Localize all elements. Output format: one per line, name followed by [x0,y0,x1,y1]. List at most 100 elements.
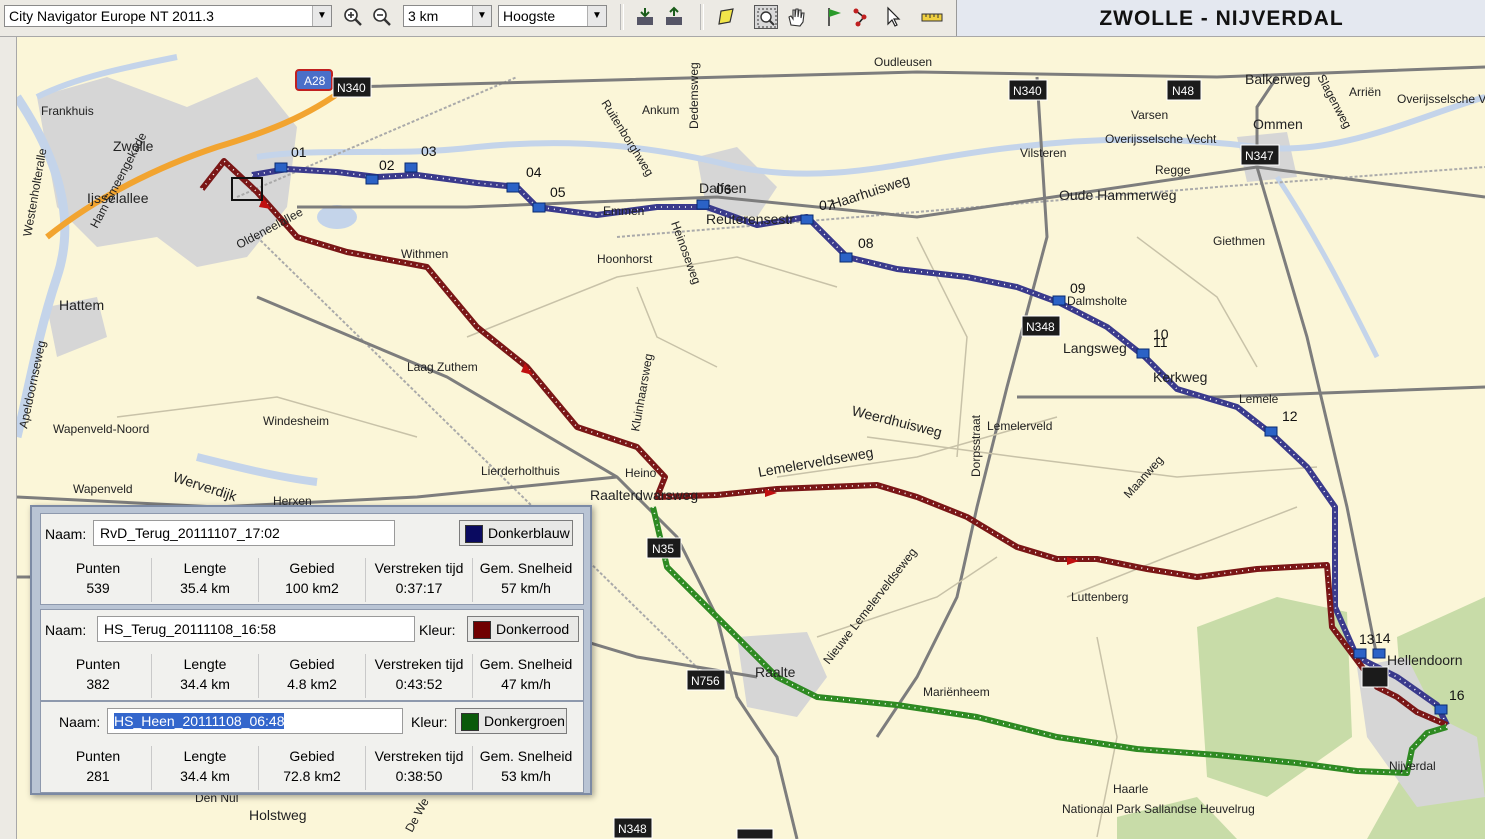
waypoint-11: 11 [1153,334,1168,350]
place-laag-zuthem: Laag Zuthem [407,360,478,374]
place-vilsteren: Vilsteren [1020,146,1066,160]
place-overijsselsche-ve: Overijsselsche Ve [1397,92,1485,106]
stat-label-punten: Punten [75,560,121,576]
svg-text:N48: N48 [1172,84,1194,98]
svg-text:N756: N756 [691,674,720,688]
place-windesheim: Windesheim [263,414,329,428]
track-row-donkerrood: Naam: HS_Terug_20111108_16:58 Kleur: Don… [40,609,584,701]
waypoint-14: 14 [1375,630,1391,646]
waypoint-01: 01 [291,144,307,160]
shield-n340: N340 [332,76,372,98]
shield-n347: N347 [1240,144,1280,166]
route-tool-icon[interactable] [852,5,876,29]
lake [317,205,357,229]
place-raalte: Raalte [755,664,796,680]
color-name: Donkerblauw [488,525,570,541]
place-withmen: Withmen [401,247,448,261]
track-color-button[interactable]: Donkerblauw [459,520,573,546]
place-oudleusen: Oudleusen [874,55,932,69]
zoom-scale-select[interactable]: 3 km ▼ [403,5,492,27]
place-langsweg: Langsweg [1063,340,1127,356]
pan-hand-icon[interactable] [784,5,808,29]
color-name: Donkergroen [484,713,565,729]
stat-punten: 281 [86,768,110,784]
shield-unknown [736,828,774,839]
svg-text:N348: N348 [1026,320,1055,334]
toolbar-divider [700,4,704,30]
pointer-icon[interactable] [881,5,905,29]
stat-label-gebied: Gebied [289,560,335,576]
stat-punten: 539 [86,580,110,596]
name-label: Naam: [45,526,87,542]
place-hoonhorst: Hoonhorst [597,252,653,266]
place-raalterdwarsweg: Raalterdwarsweg [590,487,698,503]
stat-label-lengte: Lengte [183,656,227,672]
name-label: Naam: [45,622,87,638]
stat-verstreken: 0:43:52 [395,676,443,692]
place-lemele: Lemele [1239,392,1279,406]
place-sallandse-heuvelrug: Nationaal Park Sallandse Heuvelrug [1062,802,1255,816]
map-product-select[interactable]: City Navigator Europe NT 2011.3 ▼ [4,5,332,27]
stat-lengte: 34.4 km [180,768,230,784]
zoom-out-icon[interactable] [370,5,394,29]
name-label: Naam: [59,714,101,730]
stat-label-lengte: Lengte [183,560,227,576]
place-dedemsweg: Dedemsweg [687,62,701,129]
track-properties-panel: Naam: RvD_Terug_20111107_17:02 Donkerbla… [30,505,592,795]
stat-snelheid: 53 km/h [501,768,551,784]
stat-label-snelheid: Gem. Snelheid [479,656,573,672]
send-to-device-icon[interactable] [633,5,657,29]
stat-gebied: 4.8 km2 [287,676,337,692]
stat-punten: 382 [86,676,110,692]
stat-label-gebied: Gebied [289,748,335,764]
place-lemelerveld: Lemelerveld [987,419,1052,433]
place-dalfsen: Dalfsen [699,180,746,196]
place-lierderholthuis: Lierderholthuis [481,464,560,478]
waypoint-13: 13 [1359,631,1375,647]
place-dalmsholte: Dalmsholte [1067,294,1127,308]
place-heino: Heino [625,466,657,480]
track-row-donkerblauw: Naam: RvD_Terug_20111107_17:02 Donkerbla… [40,513,584,605]
zoom-tool-icon[interactable] [754,5,778,29]
place-regge: Regge [1155,163,1191,177]
stat-label-verstreken: Verstreken tijd [374,748,464,764]
place-dorpsstraat: Dorpsstraat [969,414,983,477]
track-stats: Punten 281 Lengte 34.4 km Gebied 72.8 km2 V… [45,746,579,790]
stat-verstreken: 0:38:50 [395,768,443,784]
stat-label-gebied: Gebied [289,656,335,672]
place-luttenberg: Luttenberg [1071,590,1128,604]
place-ommen: Ommen [1253,116,1303,132]
stat-lengte: 35.4 km [180,580,230,596]
zoom-scale-value: 3 km [408,8,439,24]
detail-level-value: Hoogste [503,8,556,24]
track-name-input[interactable]: HS_Terug_20111108_16:58 [97,616,415,642]
waypoint-08: 08 [858,235,874,251]
stat-label-punten: Punten [75,656,121,672]
track-name-input[interactable]: HS_Heen_20111108_06:48 [107,708,403,734]
stat-snelheid: 47 km/h [501,676,551,692]
select-icon[interactable] [714,5,738,29]
shield-n348: N348 [613,817,653,839]
map-product-value: City Navigator Europe NT 2011.3 [9,8,214,24]
waypoint-16: 16 [1449,687,1465,703]
color-name: Donkerrood [496,621,570,637]
place-haarle: Haarle [1113,782,1149,796]
stat-label-verstreken: Verstreken tijd [374,656,464,672]
measure-icon[interactable] [920,5,944,29]
place-reuterensestr: Reuterensestr [706,211,794,227]
svg-text:N35: N35 [652,542,674,556]
stat-gebied: 100 km2 [285,580,339,596]
track-color-button[interactable]: Donkerrood [467,616,579,642]
zoom-in-icon[interactable] [341,5,365,29]
shield-n35: N35 [646,537,682,559]
shield-n48: N48 [1166,79,1202,101]
receive-from-device-icon[interactable] [662,5,686,29]
place-emmen: Emmen [603,204,644,218]
stat-snelheid: 57 km/h [501,580,551,596]
track-color-button[interactable]: Donkergroen [455,708,567,734]
stat-label-punten: Punten [75,748,121,764]
track-name-input[interactable]: RvD_Terug_20111107_17:02 [93,520,395,546]
route-flag-icon[interactable] [823,5,847,29]
detail-level-select[interactable]: Hoogste ▼ [498,5,607,27]
route-title: ZWOLLE - NIJVERDAL [956,0,1485,36]
